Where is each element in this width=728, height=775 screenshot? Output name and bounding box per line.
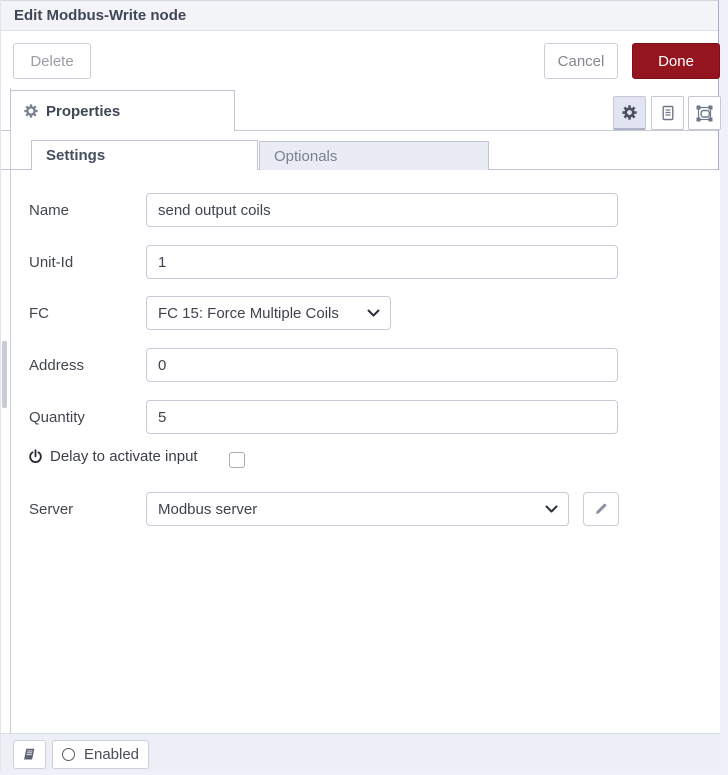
pencil-icon (594, 502, 608, 516)
address-input[interactable] (146, 348, 618, 382)
circle-icon (61, 748, 75, 761)
unit-id-input[interactable] (146, 245, 618, 279)
chevron-down-icon (367, 309, 380, 317)
tab-settings[interactable]: Settings (31, 140, 258, 170)
name-row: Name (11, 193, 720, 227)
appearance-icon (696, 105, 713, 122)
server-row: Server Modbus server (11, 492, 720, 526)
server-select[interactable]: Modbus server (146, 492, 569, 526)
properties-gear-button[interactable] (613, 96, 646, 130)
tab-properties-label: Properties (46, 102, 121, 120)
quantity-row: Quantity (11, 400, 720, 434)
delete-button[interactable]: Delete (13, 43, 91, 79)
delay-row: Delay to activate input (11, 448, 720, 472)
form-tab-row: Settings Optionals (1, 131, 718, 170)
edit-server-button[interactable] (583, 492, 619, 526)
quantity-label: Quantity (29, 408, 85, 426)
description-button[interactable] (651, 96, 684, 130)
docs-button[interactable] (13, 740, 46, 769)
screen: Edit Modbus-Write node Delete Cancel Don… (0, 0, 728, 775)
description-icon (660, 105, 676, 121)
tray-resize-handle[interactable] (2, 341, 7, 408)
edit-node-dialog: Edit Modbus-Write node Delete Cancel Don… (0, 0, 721, 771)
address-row: Address (11, 348, 720, 382)
fc-select[interactable]: FC 15: Force Multiple Coils (146, 296, 391, 330)
quantity-input[interactable] (146, 400, 618, 434)
dialog-footer: Enabled (1, 733, 720, 771)
cancel-button[interactable]: Cancel (544, 43, 618, 79)
dialog-header: Edit Modbus-Write node (1, 0, 718, 31)
fc-row: FC FC 15: Force Multiple Coils (11, 296, 720, 330)
gear-icon (622, 105, 637, 120)
settings-form: Name Unit-Id FC FC 15: Force Multiple Co… (11, 170, 720, 733)
delay-checkbox[interactable] (229, 452, 245, 468)
book-icon (22, 747, 37, 762)
delay-label-group: Delay to activate input (28, 448, 198, 465)
dialog-toolbar: Delete Cancel Done (1, 31, 720, 89)
tab-optionals[interactable]: Optionals (259, 141, 489, 170)
server-select-value: Modbus server (158, 500, 258, 518)
fc-select-value: FC 15: Force Multiple Coils (158, 304, 339, 322)
enabled-toggle-button[interactable]: Enabled (52, 740, 149, 769)
fc-label: FC (29, 304, 49, 322)
delay-label: Delay to activate input (50, 448, 198, 465)
editor-tab-row: Properties (1, 88, 721, 131)
panel-left-border (10, 88, 11, 733)
power-icon (28, 449, 43, 464)
unit-id-label: Unit-Id (29, 253, 74, 271)
unit-id-row: Unit-Id (11, 245, 720, 279)
address-label: Address (29, 356, 85, 374)
name-label: Name (29, 201, 70, 219)
tab-settings-label: Settings (46, 147, 106, 164)
tab-properties[interactable]: Properties (10, 90, 235, 131)
tab-optionals-label: Optionals (274, 147, 338, 165)
server-label: Server (29, 500, 74, 518)
name-input[interactable] (146, 193, 618, 227)
appearance-button[interactable] (688, 96, 721, 130)
dialog-title: Edit Modbus-Write node (14, 7, 187, 24)
done-button[interactable]: Done (632, 43, 720, 79)
gear-icon (24, 104, 38, 118)
chevron-down-icon (545, 505, 558, 513)
enabled-label: Enabled (83, 746, 140, 763)
